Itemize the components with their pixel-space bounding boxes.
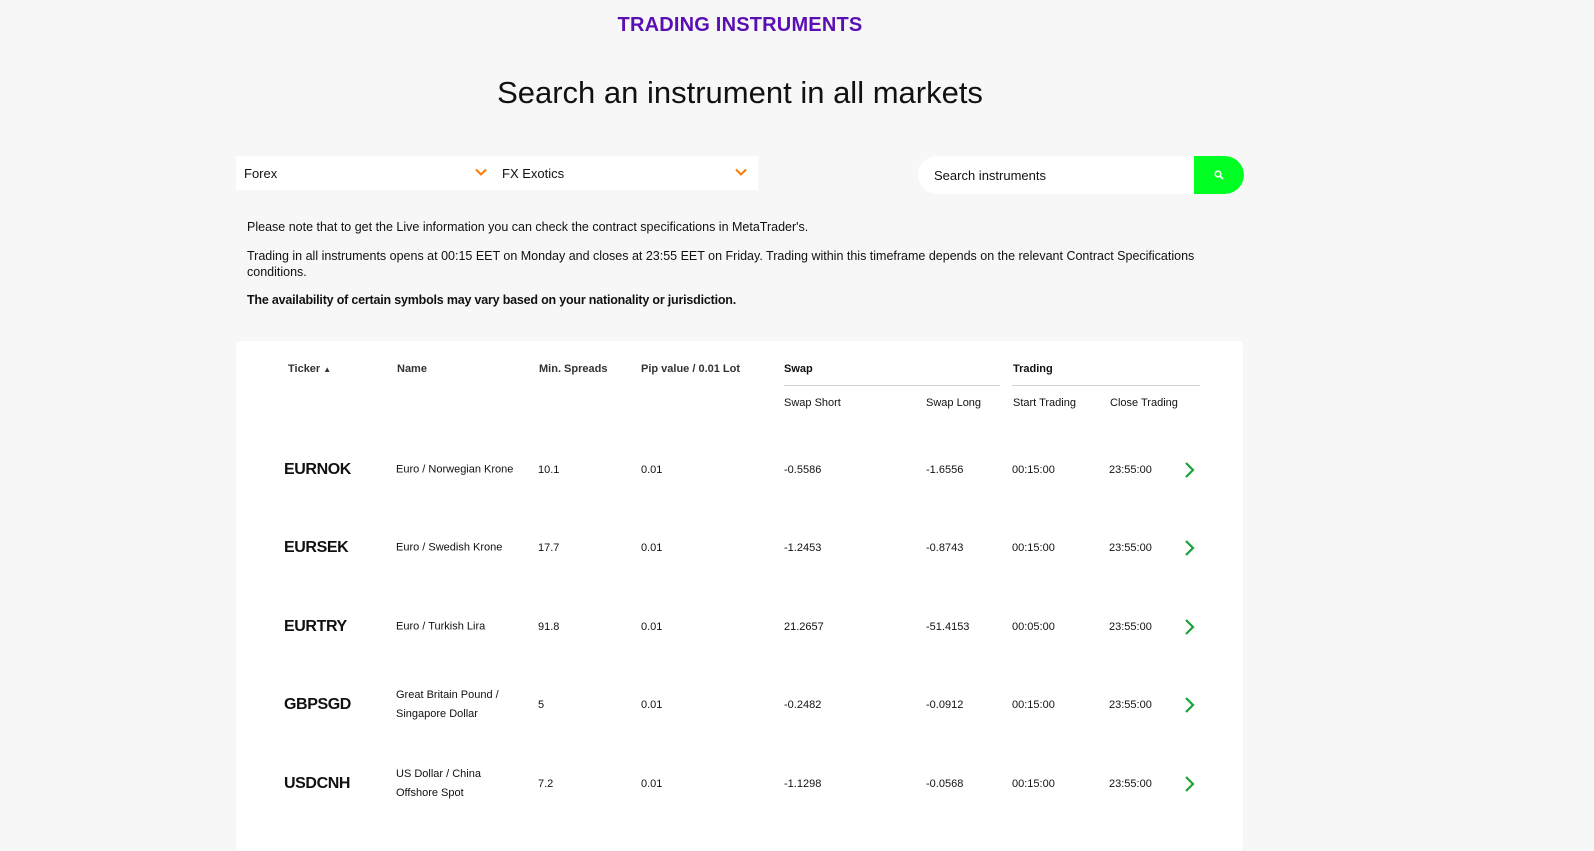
close-trading-cell: 23:55:00: [1109, 464, 1152, 476]
swap-short-cell: -1.1298: [784, 778, 822, 790]
table-row[interactable]: EURTRY Euro / Turkish Lira 91.8 0.01 21.…: [236, 597, 1243, 657]
table-row[interactable]: USDCNH US Dollar / China Offshore Spot 7…: [236, 754, 1243, 814]
section-eyebrow: TRADING INSTRUMENTS: [617, 14, 863, 36]
swap-long-cell: -0.8743: [926, 542, 964, 554]
ticker-cell: EURSEK: [284, 539, 349, 556]
search-button[interactable]: [1194, 156, 1244, 194]
search-input[interactable]: [918, 156, 1194, 194]
swap-short-cell: 21.2657: [784, 621, 824, 633]
column-header-swap-long[interactable]: Swap Long: [926, 397, 981, 409]
swap-long-cell: -51.4153: [926, 621, 970, 633]
start-trading-cell: 00:15:00: [1012, 542, 1055, 554]
table-row[interactable]: GBPSGD Great Britain Pound / Singapore D…: [236, 675, 1243, 735]
name-cell: Euro / Turkish Lira: [396, 620, 486, 633]
market-select[interactable]: Forex: [236, 156, 498, 190]
chevron-right-icon[interactable]: [1182, 695, 1198, 715]
pip-value-cell: 0.01: [641, 621, 663, 633]
live-info-notice: Please note that to get the Live informa…: [247, 220, 809, 234]
ticker-cell: USDCNH: [284, 775, 351, 792]
close-trading-cell: 23:55:00: [1109, 778, 1152, 790]
pip-value-cell: 0.01: [641, 699, 663, 711]
pip-value-cell: 0.01: [641, 778, 663, 790]
chevron-right-icon[interactable]: [1182, 617, 1198, 637]
availability-notice: The availability of certain symbols may …: [247, 293, 736, 307]
search-box: [918, 156, 1244, 194]
column-group-swap: Swap: [784, 363, 813, 375]
column-header-close-trading[interactable]: Close Trading: [1110, 397, 1178, 409]
column-header-name[interactable]: Name: [397, 363, 427, 375]
start-trading-cell: 00:15:00: [1012, 464, 1055, 476]
min-spreads-cell: 7.2: [538, 778, 554, 790]
column-header-min-spreads[interactable]: Min. Spreads: [539, 363, 607, 375]
column-header-ticker[interactable]: Ticker ▲: [288, 363, 331, 375]
close-trading-cell: 23:55:00: [1109, 542, 1152, 554]
swap-long-cell: -1.6556: [926, 464, 964, 476]
chevron-down-icon: [475, 168, 487, 176]
start-trading-cell: 00:15:00: [1012, 699, 1055, 711]
ticker-cell: EURTRY: [284, 618, 347, 635]
min-spreads-cell: 91.8: [538, 621, 560, 633]
column-header-pip-value[interactable]: Pip value / 0.01 Lot: [641, 363, 740, 375]
swap-short-cell: -1.2453: [784, 542, 822, 554]
column-header-swap-short[interactable]: Swap Short: [784, 397, 841, 409]
name-cell: Great Britain Pound / Singapore Dollar: [396, 689, 499, 720]
trading-hours-notice: Trading in all instruments opens at 00:1…: [247, 249, 1195, 279]
start-trading-cell: 00:05:00: [1012, 621, 1055, 633]
swap-group-divider: [784, 385, 1000, 386]
column-header-start-trading[interactable]: Start Trading: [1013, 397, 1076, 409]
chevron-down-icon: [735, 168, 747, 176]
close-trading-cell: 23:55:00: [1109, 699, 1152, 711]
start-trading-cell: 00:15:00: [1012, 778, 1055, 790]
chevron-right-icon[interactable]: [1182, 774, 1198, 794]
trading-group-divider: [1012, 385, 1200, 386]
market-select-value: Forex: [244, 165, 278, 181]
min-spreads-cell: 5: [538, 699, 545, 711]
table-row[interactable]: EURNOK Euro / Norwegian Krone 10.1 0.01 …: [236, 440, 1243, 500]
chevron-right-icon[interactable]: [1182, 460, 1198, 480]
page-title: Search an instrument in all markets: [497, 74, 983, 110]
min-spreads-cell: 10.1: [538, 464, 560, 476]
sort-ascending-icon: ▲: [323, 365, 332, 374]
pip-value-cell: 0.01: [641, 542, 663, 554]
swap-short-cell: -0.5586: [784, 464, 822, 476]
category-select-value: FX Exotics: [502, 165, 565, 181]
swap-short-cell: -0.2482: [784, 699, 822, 711]
swap-long-cell: -0.0568: [926, 778, 964, 790]
swap-long-cell: -0.0912: [926, 699, 964, 711]
column-group-trading: Trading: [1013, 363, 1053, 375]
name-cell: US Dollar / China Offshore Spot: [396, 768, 481, 799]
table-row[interactable]: EURSEK Euro / Swedish Krone 17.7 0.01 -1…: [236, 518, 1243, 578]
ticker-cell: EURNOK: [284, 461, 351, 478]
ticker-cell: GBPSGD: [284, 696, 351, 713]
name-cell: Euro / Norwegian Krone: [396, 463, 514, 476]
pip-value-cell: 0.01: [641, 464, 663, 476]
search-icon: [1214, 170, 1224, 180]
min-spreads-cell: 17.7: [538, 542, 560, 554]
category-select[interactable]: FX Exotics: [494, 156, 758, 190]
name-cell: Euro / Swedish Krone: [396, 541, 503, 554]
close-trading-cell: 23:55:00: [1109, 621, 1152, 633]
chevron-right-icon[interactable]: [1182, 538, 1198, 558]
